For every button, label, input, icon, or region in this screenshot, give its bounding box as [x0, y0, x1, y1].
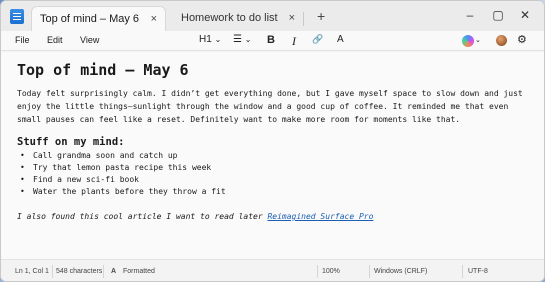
menu-view[interactable]: View [80, 35, 99, 45]
heading-level: H1 [199, 34, 212, 45]
title-bar: Top of mind – May 6 × Homework to do lis… [1, 1, 544, 31]
menu-edit[interactable]: Edit [47, 35, 63, 45]
chevron-down-icon: ⌄ [244, 35, 252, 44]
list-item: Water the plants before they throw a fit [17, 186, 528, 198]
notepad-app-icon [10, 9, 24, 24]
link-icon[interactable]: 🔗 [312, 34, 323, 45]
cursor-position: Ln 1, Col 1 [15, 268, 49, 275]
status-divider [317, 265, 318, 278]
settings-gear-icon[interactable]: ⚙ [517, 33, 527, 46]
list-item: Call grandma soon and catch up [17, 150, 528, 162]
formatting-icon: A [111, 268, 117, 275]
avatar[interactable] [496, 35, 507, 46]
line-ending[interactable]: Windows (CRLF) [374, 268, 427, 275]
menu-toolbar: File Edit View H1 ⌄ ☰ ⌄ B I 🔗 A ⌄ ⚙ [1, 31, 544, 51]
list-dropdown[interactable]: ☰ ⌄ [233, 34, 251, 45]
minimize-button[interactable]: – [460, 8, 480, 22]
copilot-icon[interactable] [462, 35, 474, 47]
status-divider [52, 265, 53, 278]
document-paragraph: Today felt surprisingly calm. I didn’t g… [17, 89, 523, 124]
list-item: Find a new sci-fi book [17, 174, 528, 186]
italic-button[interactable]: I [292, 34, 296, 49]
tab-divider [303, 12, 304, 26]
heading-dropdown[interactable]: H1 ⌄ [199, 34, 221, 45]
formatting-mode[interactable]: Formatted [123, 268, 155, 275]
tab-title: Top of mind – May 6 [40, 13, 140, 25]
article-line-text: I also found this cool article I want to… [17, 212, 268, 221]
close-tab-icon[interactable]: × [151, 7, 157, 32]
status-divider [369, 265, 370, 278]
close-window-button[interactable]: ✕ [515, 8, 535, 22]
chevron-down-icon[interactable]: ⌄ [475, 36, 481, 44]
chevron-down-icon: ⌄ [214, 35, 222, 44]
notepad-window: Top of mind – May 6 × Homework to do lis… [0, 0, 545, 282]
character-count: 548 characters [56, 268, 103, 275]
bulleted-list-icon: ☰ [233, 34, 242, 45]
bold-button[interactable]: B [267, 34, 275, 46]
status-divider [462, 265, 463, 278]
menu-file[interactable]: File [15, 35, 30, 45]
document-subheading: Stuff on my mind: [17, 136, 125, 148]
maximize-button[interactable]: ▢ [488, 8, 508, 22]
tab-top-of-mind[interactable]: Top of mind – May 6 × [31, 6, 166, 31]
zoom-level[interactable]: 100% [322, 268, 340, 275]
new-tab-button[interactable]: + [317, 8, 325, 24]
close-tab-icon[interactable]: × [289, 6, 295, 31]
spellcheck-icon[interactable]: A [337, 34, 344, 45]
tab-homework[interactable]: Homework to do list × [173, 6, 303, 31]
status-divider [103, 265, 104, 278]
encoding[interactable]: UTF-8 [468, 268, 488, 275]
article-line: I also found this cool article I want to… [17, 212, 528, 221]
document-editor[interactable]: Top of mind – May 6 Today felt surprisin… [1, 52, 544, 259]
tab-title: Homework to do list [181, 12, 278, 24]
document-title: Top of mind – May 6 [17, 61, 189, 79]
list-item: Try that lemon pasta recipe this week [17, 162, 528, 174]
status-bar: Ln 1, Col 1 548 characters A Formatted 1… [1, 259, 544, 281]
article-link[interactable]: Reimagined Surface Pro [267, 212, 373, 221]
